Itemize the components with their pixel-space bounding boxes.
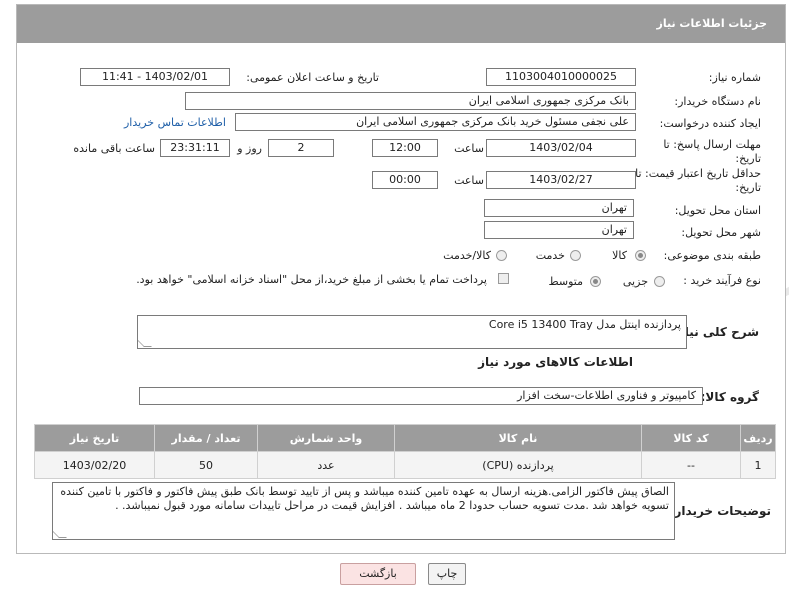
need-number-label: شماره نیاز: xyxy=(708,71,761,84)
announce-field: 1403/02/01 - 11:41 xyxy=(80,68,230,86)
col-unit: واحد شمارش xyxy=(257,424,395,452)
category-radio-goods-service[interactable] xyxy=(496,250,507,261)
payment-note: پرداخت تمام یا بخشی از مبلغ خرید،از محل … xyxy=(136,273,487,286)
buyer-notes-text: الصاق پیش فاکتور الزامی.هزینه ارسال به ع… xyxy=(60,485,669,512)
cell-row-number: 1 xyxy=(740,451,776,479)
buyer-contact-link[interactable]: اطلاعات تماس خریدار xyxy=(124,116,226,129)
buyer-notes-field: الصاق پیش فاکتور الزامی.هزینه ارسال به ع… xyxy=(52,482,675,540)
category-option-goods: کالا xyxy=(612,249,627,262)
category-option-goods-service: کالا/خدمت xyxy=(443,249,491,262)
goods-group-label: گروه کالا: xyxy=(700,390,759,404)
col-row-number: ردیف xyxy=(740,424,776,452)
category-option-service: خدمت xyxy=(535,249,565,262)
validity-label-date: تاریخ: xyxy=(735,181,761,194)
panel-header: جزئیات اطلاعات نیاز xyxy=(17,5,785,43)
deadline-time-label: ساعت xyxy=(454,142,484,155)
deadline-label: مهلت ارسال پاسخ: تا xyxy=(663,138,761,151)
creator-field: علی نجفی مسئول خرید بانک مرکزی جمهوری اس… xyxy=(235,113,636,131)
province-field: تهران xyxy=(484,199,634,217)
buyer-org-field: بانک مرکزی جمهوری اسلامی ایران xyxy=(185,92,636,110)
city-field: تهران xyxy=(484,221,634,239)
cell-goods-code: -- xyxy=(641,451,741,479)
page-title: جزئیات اطلاعات نیاز xyxy=(656,17,768,30)
deadline-label-date: تاریخ: xyxy=(735,152,761,165)
goods-group-field: کامپیوتر و فناوری اطلاعات-سخت افزار xyxy=(139,387,703,405)
table-header-row: ردیف کد کالا نام کالا واحد شمارش تعداد /… xyxy=(34,424,776,452)
process-option-minor: جزیی xyxy=(622,275,648,288)
cell-quantity: 50 xyxy=(154,451,258,479)
process-radio-medium[interactable] xyxy=(590,276,601,287)
category-radio-service[interactable] xyxy=(570,250,581,261)
validity-label: حداقل تاریخ اعتبار قیمت: تا xyxy=(635,167,761,180)
goods-table: ردیف کد کالا نام کالا واحد شمارش تعداد /… xyxy=(34,424,776,479)
print-button[interactable]: چاپ xyxy=(428,563,466,585)
days-field: 2 xyxy=(268,139,334,157)
cell-need-date: 1403/02/20 xyxy=(34,451,155,479)
col-goods-code: کد کالا xyxy=(641,424,741,452)
goods-info-title: اطلاعات کالاهای مورد نیاز xyxy=(478,355,633,369)
remaining-time-field: 23:31:11 xyxy=(160,139,230,157)
validity-date-field: 1403/02/27 xyxy=(486,171,636,189)
validity-time-field: 00:00 xyxy=(372,171,438,189)
deadline-date-field: 1403/02/04 xyxy=(486,139,636,157)
col-quantity: تعداد / مقدار xyxy=(154,424,258,452)
process-option-medium: متوسط xyxy=(548,275,583,288)
deadline-time-field: 12:00 xyxy=(372,139,438,157)
process-label: نوع فرآیند خرید : xyxy=(683,274,761,287)
description-field: پردازنده اینتل مدل Core i5 13400 Tray xyxy=(137,315,687,349)
cell-goods-name: پردازنده (CPU) xyxy=(394,451,642,479)
need-number-field: 1103004010000025 xyxy=(486,68,636,86)
back-button[interactable]: بازگشت xyxy=(340,563,416,585)
table-row[interactable]: 1 -- پردازنده (CPU) عدد 50 1403/02/20 xyxy=(34,451,776,479)
province-label: استان محل تحویل: xyxy=(674,204,761,217)
city-label: شهر محل تحویل: xyxy=(681,226,761,239)
treasury-payment-checkbox[interactable] xyxy=(498,273,509,284)
col-goods-name: نام کالا xyxy=(394,424,642,452)
buyer-org-label: نام دستگاه خریدار: xyxy=(674,95,761,108)
validity-time-label: ساعت xyxy=(454,174,484,187)
description-text: پردازنده اینتل مدل Core i5 13400 Tray xyxy=(488,318,681,331)
category-radio-goods[interactable] xyxy=(635,250,646,261)
buyer-notes-label: توضیحات خریدار: xyxy=(669,504,771,518)
remaining-label: ساعت باقی مانده xyxy=(73,142,155,155)
col-need-date: تاریخ نیاز xyxy=(34,424,155,452)
resize-handle-icon[interactable] xyxy=(138,339,152,347)
days-label: روز و xyxy=(237,142,262,155)
category-label: طبقه بندی موضوعی: xyxy=(663,249,761,262)
announce-label: تاریخ و ساعت اعلان عمومی: xyxy=(246,71,379,84)
process-radio-minor[interactable] xyxy=(654,276,665,287)
creator-label: ایجاد کننده درخواست: xyxy=(659,117,761,130)
cell-unit: عدد xyxy=(257,451,395,479)
resize-handle-icon[interactable] xyxy=(53,530,67,538)
